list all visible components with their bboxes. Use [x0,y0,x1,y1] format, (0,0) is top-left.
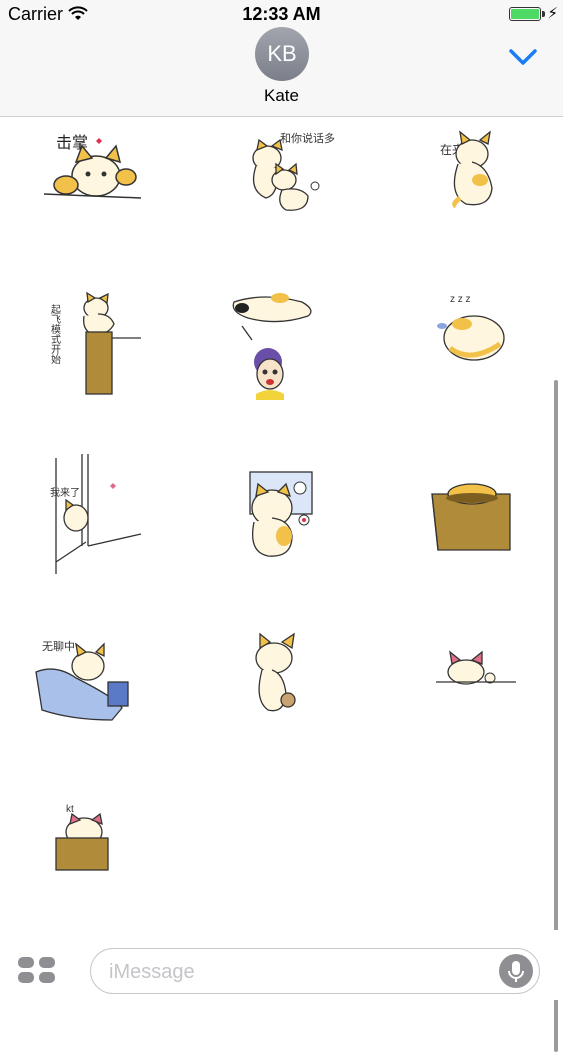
contact-name[interactable]: Kate [0,86,563,106]
clap-cat-icon: 击掌 [43,134,142,199]
message-input-bar: iMessage [0,930,563,1000]
battery-cap [542,11,545,17]
sticker-clap-cat[interactable]: 击掌 [26,118,166,238]
alone-cat-icon: 在来了 [440,130,493,209]
conversation-header: Carrier 12:33 AM ⚡ KB Kate [0,0,563,117]
app-drawer-icon[interactable] [18,957,58,987]
sticker-text: 和你说话多 [280,131,335,145]
peek-cat-icon: 我来了 [50,454,142,574]
chat-cats-icon: 和你说话多 [252,131,335,211]
sticker-text: 我来了 [50,487,80,499]
sticker-flying-cat[interactable] [212,286,352,406]
sticker-yarn-cat[interactable] [212,622,352,742]
ledge-cat-icon [436,650,516,685]
clock: 12:33 AM [242,4,321,24]
box-small-cat-icon: kt [55,804,109,871]
sticker-ledge-cat[interactable] [398,622,538,742]
sticker-takeoff-cat[interactable]: 起飞模式开始 [26,286,166,406]
sticker-text: kt [66,804,74,815]
sticker-window-cat[interactable] [212,454,352,574]
sticker-grid: 击掌 和你说话多 在来了 [0,118,563,1052]
sticker-bored-cat[interactable]: 无聊中 [26,622,166,742]
sticker-text: 无聊中 [42,639,75,653]
sticker-box-small-cat[interactable]: kt [26,790,166,910]
contact-avatar[interactable]: KB [255,27,309,81]
bored-cat-icon: 无聊中 [35,639,129,721]
svg-text:z z z: z z z [450,294,471,305]
status-bar: Carrier 12:33 AM ⚡ [0,0,563,30]
charging-icon: ⚡ [547,5,558,22]
battery-icon [509,7,541,21]
message-placeholder: iMessage [109,961,195,983]
sleeping-cat-icon: z z z [437,294,505,361]
microphone-icon[interactable] [499,954,533,988]
box-cat-icon [431,483,511,551]
sticker-sleeping-cat[interactable]: z z z [398,286,538,406]
window-cat-icon [249,471,313,557]
message-input[interactable]: iMessage [90,948,540,994]
sticker-alone-cat[interactable]: 在来了 [398,118,538,238]
chevron-down-icon[interactable] [508,46,538,68]
sticker-peek-cat[interactable]: 我来了 [26,454,166,574]
flying-cat-icon [232,293,312,400]
sticker-chat-cats[interactable]: 和你说话多 [212,118,352,238]
sticker-text: 起飞模式开始 [49,304,61,365]
takeoff-cat-icon: 起飞模式开始 [49,291,141,395]
sticker-box-cat[interactable] [398,454,538,574]
yarn-cat-icon [255,632,296,712]
